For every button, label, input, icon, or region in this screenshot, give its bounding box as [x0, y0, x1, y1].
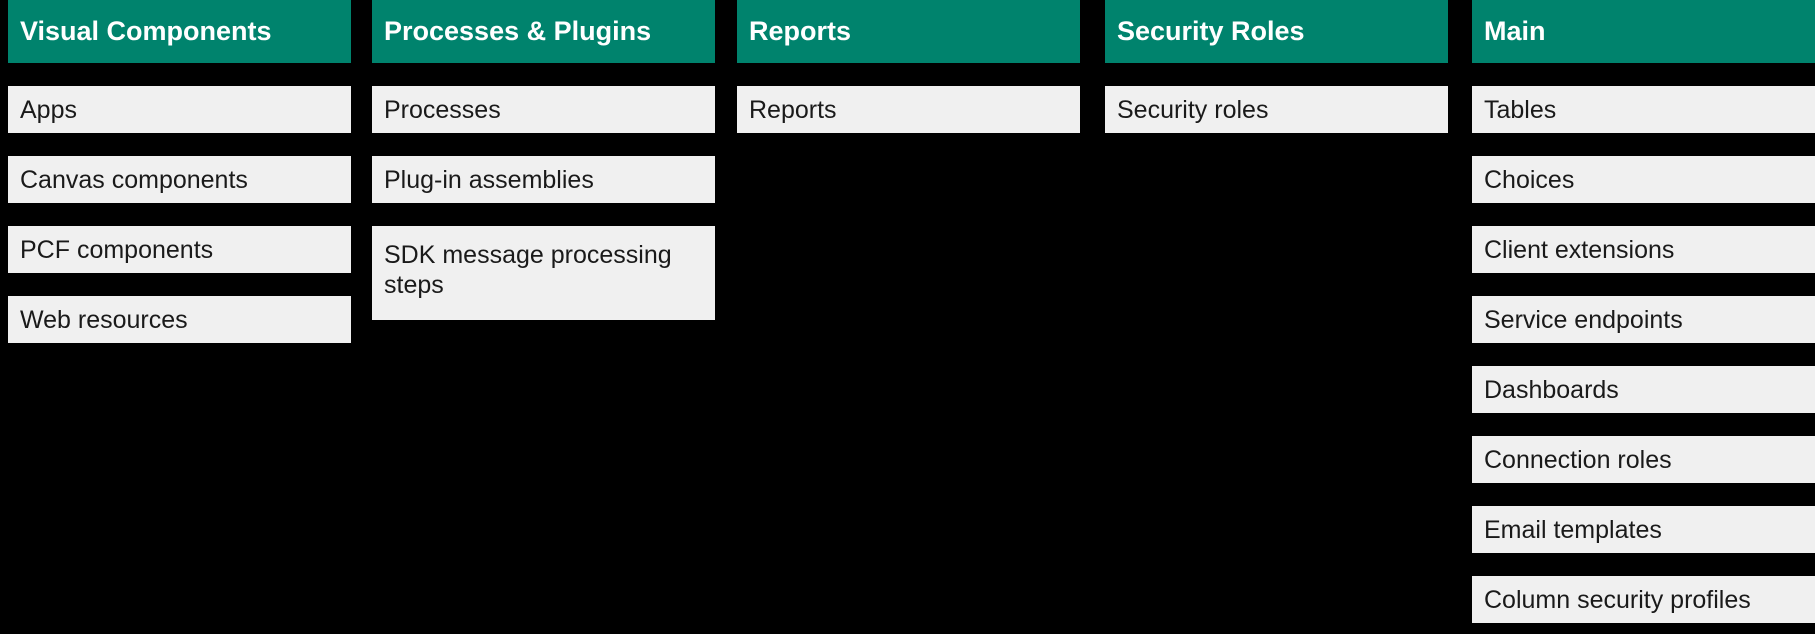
list-item-label: Service endpoints [1484, 305, 1683, 334]
list-item-label: SDK message processing steps [384, 241, 672, 299]
list-item[interactable]: Service endpoints [1472, 296, 1815, 343]
list-item[interactable]: Apps [8, 86, 351, 133]
list-item-label: Connection roles [1484, 445, 1672, 474]
list-item[interactable]: PCF components [8, 226, 351, 273]
list-item-label: Dashboards [1484, 375, 1619, 404]
list-item[interactable]: Connection roles [1472, 436, 1815, 483]
list-item[interactable]: Dashboards [1472, 366, 1815, 413]
column-header-security-roles: Security Roles [1105, 0, 1448, 63]
column-header-visual-components: Visual Components [8, 0, 351, 63]
list-item[interactable]: SDK message processing steps [372, 226, 715, 320]
list-item[interactable]: Tables [1472, 86, 1815, 133]
column-security-roles: Security Roles Security roles [1105, 0, 1448, 133]
diagram-board: Visual Components Apps Canvas components… [0, 0, 1815, 634]
list-item[interactable]: Choices [1472, 156, 1815, 203]
list-item-label: PCF components [20, 235, 214, 264]
column-items-processes-and-plugins: Processes Plug-in assemblies SDK message… [372, 86, 715, 320]
list-item-label: Tables [1484, 95, 1557, 124]
column-visual-components: Visual Components Apps Canvas components… [8, 0, 351, 343]
list-item[interactable]: Reports [737, 86, 1080, 133]
column-header-main: Main [1472, 0, 1815, 63]
list-item[interactable]: Canvas components [8, 156, 351, 203]
list-item[interactable]: Client extensions [1472, 226, 1815, 273]
list-item-label: Reports [749, 95, 837, 124]
column-items-visual-components: Apps Canvas components PCF components We… [8, 86, 351, 343]
column-items-reports: Reports [737, 86, 1080, 133]
list-item-label: Web resources [20, 305, 188, 334]
list-item[interactable]: Column security profiles [1472, 576, 1815, 623]
list-item-label: Apps [20, 95, 77, 124]
column-processes-and-plugins: Processes & Plugins Processes Plug-in as… [372, 0, 715, 320]
list-item-label: Column security profiles [1484, 585, 1751, 614]
list-item[interactable]: Processes [372, 86, 715, 133]
column-header-reports: Reports [737, 0, 1080, 63]
list-item-label: Processes [384, 95, 501, 124]
column-header-processes-and-plugins: Processes & Plugins [372, 0, 715, 63]
list-item-label: Client extensions [1484, 235, 1675, 264]
list-item-label: Choices [1484, 165, 1575, 194]
column-items-main: Tables Choices Client extensions Service… [1472, 86, 1815, 623]
list-item-label: Canvas components [20, 165, 248, 194]
list-item-label: Security roles [1117, 95, 1269, 124]
list-item[interactable]: Plug-in assemblies [372, 156, 715, 203]
list-item[interactable]: Web resources [8, 296, 351, 343]
list-item[interactable]: Email templates [1472, 506, 1815, 553]
list-item[interactable]: Security roles [1105, 86, 1448, 133]
column-reports: Reports Reports [737, 0, 1080, 133]
list-item-label: Email templates [1484, 515, 1662, 544]
column-items-security-roles: Security roles [1105, 86, 1448, 133]
list-item-label: Plug-in assemblies [384, 165, 594, 194]
column-main: Main Tables Choices Client extensions Se… [1472, 0, 1815, 623]
